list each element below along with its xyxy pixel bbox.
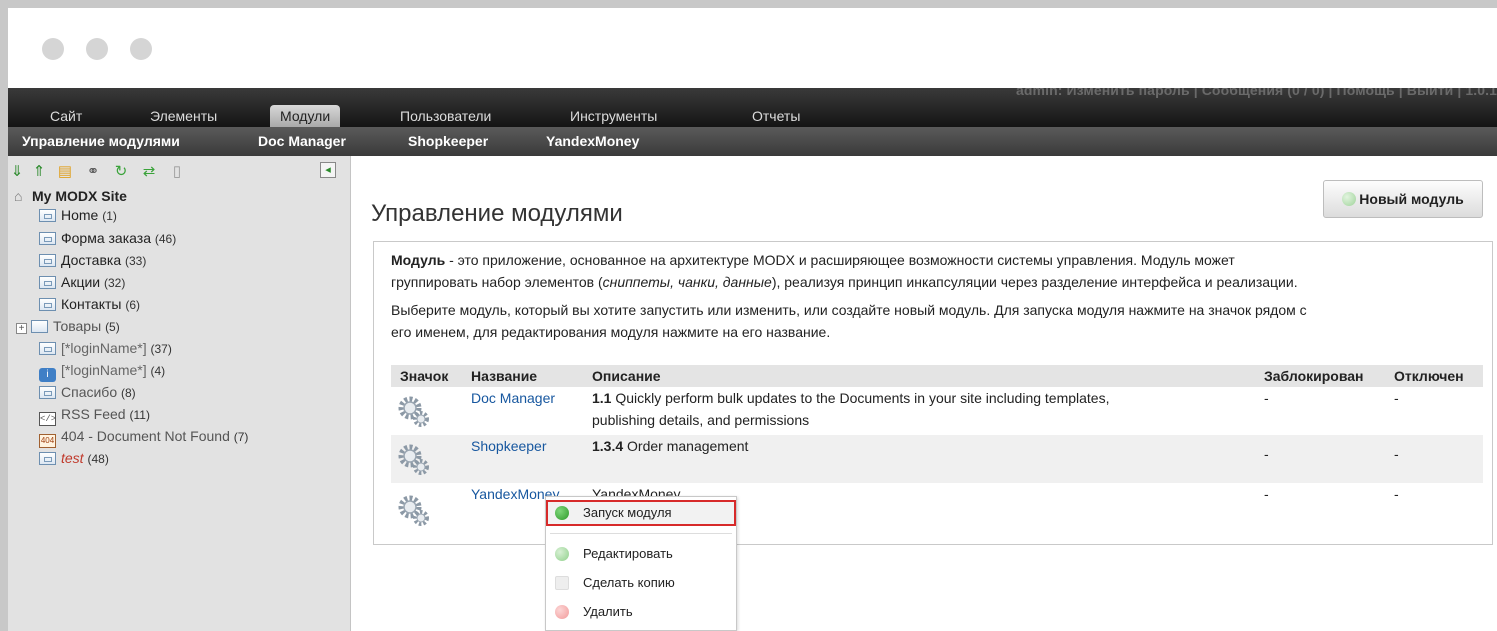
page-title: Управление модулями xyxy=(371,200,623,227)
window-close-button[interactable] xyxy=(42,38,64,60)
home-page-icon xyxy=(39,209,56,222)
table-row: Doc Manager 1.1 Quickly perform bulk upd… xyxy=(391,387,1483,435)
hide-tree-icon[interactable]: ◂ xyxy=(320,162,336,178)
expand-all-icon[interactable]: ⇓ xyxy=(8,162,26,182)
module-context-menu: Запуск модуля Редактировать Сделать копи… xyxy=(545,496,737,631)
collapse-all-icon[interactable]: ⇑ xyxy=(30,162,48,182)
tab-elements[interactable]: Элементы xyxy=(150,105,217,127)
tree-item[interactable]: Контакты (6) xyxy=(39,294,140,314)
subtab-module-management[interactable]: Управление модулями xyxy=(22,127,180,156)
copy-icon xyxy=(555,576,569,590)
module-name-link[interactable]: Shopkeeper xyxy=(471,435,547,457)
info-page-icon: i xyxy=(39,368,56,382)
module-description: publishing details, and permissions xyxy=(592,412,810,428)
context-menu-separator xyxy=(550,533,732,534)
module-locked: - xyxy=(1264,486,1269,502)
folder-icon xyxy=(31,320,48,333)
subtab-yandexmoney[interactable]: YandexMoney xyxy=(546,127,639,156)
tab-reports[interactable]: Отчеты xyxy=(752,105,800,127)
sort-icon[interactable]: ⇄ xyxy=(140,162,158,182)
module-gear-icon[interactable] xyxy=(397,394,431,428)
new-module-button[interactable]: Новый модуль xyxy=(1323,180,1483,218)
table-header: Значок Название Описание Заблокирован От… xyxy=(391,365,1483,387)
tree-toolbar: ⇓ ⇑ ▤ ⚭ ↻ ⇄ ▯ ◂ xyxy=(8,162,351,184)
intro-text: Модуль - это приложение, основанное на а… xyxy=(391,252,1235,268)
modx-manager: admin: Изменить пароль | Сообщения (0 / … xyxy=(8,88,1497,631)
module-locked: - xyxy=(1264,446,1269,462)
tab-modules[interactable]: Модули xyxy=(270,105,341,127)
delete-icon xyxy=(555,605,569,619)
window-maximize-button[interactable] xyxy=(130,38,152,60)
column-icon: Значок xyxy=(400,368,449,384)
module-disabled: - xyxy=(1394,390,1399,406)
subtab-shopkeeper[interactable]: Shopkeeper xyxy=(408,127,488,156)
column-name: Название xyxy=(471,368,538,384)
edit-icon xyxy=(555,547,569,561)
expand-plus-icon[interactable]: + xyxy=(16,323,27,334)
error-page-icon: 404 xyxy=(39,434,56,448)
tree-item[interactable]: Доставка (33) xyxy=(39,250,146,270)
column-description: Описание xyxy=(592,368,661,384)
column-disabled: Отключен xyxy=(1394,368,1464,384)
modules-panel: Модуль - это приложение, основанное на а… xyxy=(373,241,1493,545)
module-name-link[interactable]: Doc Manager xyxy=(471,387,555,409)
module-description: 1.1 Quickly perform bulk updates to the … xyxy=(592,390,1110,406)
instruction-text: Выберите модуль, который вы хотите запус… xyxy=(391,302,1307,318)
tree-item-folder[interactable]: + Товары (5) xyxy=(16,316,120,336)
document-icon xyxy=(39,232,56,245)
add-icon xyxy=(1342,192,1357,206)
context-menu-edit[interactable]: Редактировать xyxy=(546,541,736,567)
document-icon xyxy=(39,254,56,267)
tree-item[interactable]: </> RSS Feed (11) xyxy=(39,404,150,426)
context-menu-run-module[interactable]: Запуск модуля xyxy=(546,500,736,526)
document-icon xyxy=(39,298,56,311)
sub-navigation-bar: Управление модулями Doc Manager Shopkeep… xyxy=(8,127,1497,156)
tab-site[interactable]: Сайт xyxy=(50,105,82,127)
tree-item[interactable]: Спасибо (8) xyxy=(39,382,136,402)
tree-item[interactable]: [*loginName*] (37) xyxy=(39,338,172,358)
context-menu-delete[interactable]: Удалить xyxy=(546,599,736,625)
table-row: Shopkeeper 1.3.4 Order management - - xyxy=(391,435,1483,483)
main-content: Управление модулями Новый модуль Модуль … xyxy=(351,156,1497,631)
module-gear-icon[interactable] xyxy=(397,493,431,527)
tab-users[interactable]: Пользователи xyxy=(400,105,491,127)
column-locked: Заблокирован xyxy=(1264,368,1364,384)
tree-root[interactable]: ⌂ My MODX Site xyxy=(14,186,127,206)
intro-text: группировать набор элементов (сниппеты, … xyxy=(391,274,1298,290)
context-menu-duplicate[interactable]: Сделать копию xyxy=(546,570,736,596)
tree-item[interactable]: Home (1) xyxy=(39,205,117,225)
top-navigation-bar: admin: Изменить пароль | Сообщения (0 / … xyxy=(8,88,1497,127)
document-tree-sidebar: ⇓ ⇑ ▤ ⚭ ↻ ⇄ ▯ ◂ ⌂ My MODX Site Home (1) Ф… xyxy=(8,156,351,631)
tab-tools[interactable]: Инструменты xyxy=(570,105,657,127)
window-titlebar xyxy=(8,8,1497,88)
document-icon xyxy=(39,452,56,465)
site-root-icon: ⌂ xyxy=(14,188,23,204)
tree-item[interactable]: Форма заказа (46) xyxy=(39,228,176,248)
module-gear-icon[interactable] xyxy=(397,442,431,476)
run-icon xyxy=(555,506,569,520)
document-icon xyxy=(39,386,56,399)
tree-item[interactable]: Акции (32) xyxy=(39,272,125,292)
subtab-doc-manager[interactable]: Doc Manager xyxy=(258,127,346,156)
tree-item[interactable]: 404 404 - Document Not Found (7) xyxy=(39,426,248,448)
instruction-text: его именем, для редактирования модуля на… xyxy=(391,324,831,340)
user-menu-line[interactable]: admin: Изменить пароль | Сообщения (0 / … xyxy=(1016,88,1497,98)
document-icon xyxy=(39,342,56,355)
xml-page-icon: </> xyxy=(39,412,57,426)
window-minimize-button[interactable] xyxy=(86,38,108,60)
module-locked: - xyxy=(1264,390,1269,406)
refresh-icon[interactable]: ↻ xyxy=(112,162,130,182)
document-icon xyxy=(39,276,56,289)
new-weblink-icon[interactable]: ⚭ xyxy=(84,162,102,182)
module-disabled: - xyxy=(1394,486,1399,502)
module-disabled: - xyxy=(1394,446,1399,462)
new-document-icon[interactable]: ▤ xyxy=(56,162,74,182)
module-description: 1.3.4 Order management xyxy=(592,438,749,454)
tree-item[interactable]: i [*loginName*] (4) xyxy=(39,360,165,382)
trash-icon[interactable]: ▯ xyxy=(168,162,186,182)
tree-item[interactable]: test (48) xyxy=(39,448,109,468)
